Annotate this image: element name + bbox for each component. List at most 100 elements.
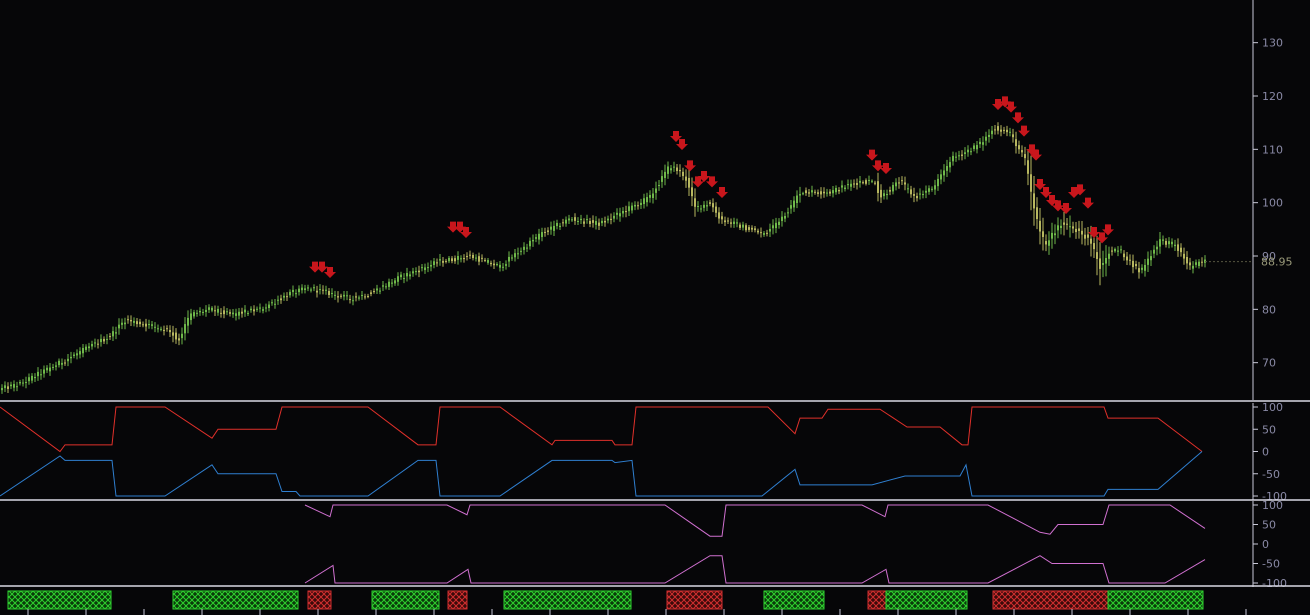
price-candle-body <box>769 228 771 232</box>
price-candle-body <box>373 291 375 293</box>
price-candle-body <box>493 263 495 266</box>
price-candle-body <box>457 256 459 260</box>
price-candle-body <box>1090 238 1092 244</box>
price-candle-body <box>931 188 933 190</box>
price-candle-body <box>1135 263 1137 267</box>
price-candle-body <box>1015 139 1017 147</box>
price-candle-body <box>289 291 291 296</box>
price-candle-body <box>1084 234 1086 239</box>
price-candle-body <box>85 346 87 350</box>
price-candle-body <box>451 258 453 262</box>
price-candle-body <box>1150 256 1152 261</box>
price-candle-body <box>1099 258 1101 269</box>
price-candle-body <box>328 291 330 296</box>
sell-arrow-marker <box>716 187 728 198</box>
price-candle-body <box>1003 129 1005 131</box>
price-candle-body <box>655 188 657 193</box>
price-candle-body <box>529 240 531 247</box>
price-candle-body <box>271 302 273 304</box>
price-candle-body <box>223 310 225 315</box>
price-candle-body <box>541 232 543 238</box>
aroon-tick-label: -50 <box>1262 468 1280 481</box>
oscillator-tick-label: -50 <box>1262 558 1280 571</box>
price-candle-body <box>544 231 546 233</box>
price-candle-body <box>355 296 357 298</box>
price-candle-body <box>397 276 399 282</box>
price-candle-body <box>799 194 801 196</box>
price-candle-body <box>538 233 540 240</box>
price-candle-body <box>1069 226 1071 228</box>
price-candle-body <box>868 179 870 181</box>
price-candle-body <box>808 192 810 194</box>
state-band-green <box>1107 590 1204 610</box>
price-candle-body <box>502 266 504 268</box>
price-tick-label: 120 <box>1262 90 1283 103</box>
price-candle-body <box>1030 174 1032 192</box>
price-candle-body <box>1042 231 1044 238</box>
price-candle-body <box>31 375 33 381</box>
price-candle-body <box>526 247 528 249</box>
price-candle-body <box>520 250 522 252</box>
price-candle-body <box>985 136 987 141</box>
price-candle-body <box>949 162 951 168</box>
price-candle-body <box>940 174 942 180</box>
price-candle-body <box>283 295 285 298</box>
price-candle-body <box>37 371 39 377</box>
price-candle-body <box>58 360 60 366</box>
price-candle-body <box>850 183 852 187</box>
price-candle-body <box>937 178 939 187</box>
price-candle-body <box>427 267 429 269</box>
price-candle-body <box>826 192 828 194</box>
price-candle-body <box>1144 264 1146 271</box>
price-candle-body <box>958 155 960 157</box>
price-candle-body <box>367 296 369 298</box>
price-candle-body <box>322 289 324 291</box>
sell-arrow-marker <box>1082 197 1094 209</box>
price-candle-body <box>766 232 768 234</box>
price-candle-body <box>682 171 684 177</box>
price-bars <box>1 122 1206 394</box>
price-candle-body <box>820 191 822 195</box>
price-candle-body <box>946 166 948 171</box>
price-candle-body <box>388 281 390 287</box>
price-candle-body <box>61 362 63 365</box>
price-candle-body <box>1198 261 1200 266</box>
price-candle-body <box>43 369 45 374</box>
price-candle-body <box>1195 262 1197 265</box>
price-candle-body <box>619 213 621 217</box>
price-candle-body <box>277 299 279 301</box>
price-candle-body <box>454 258 456 262</box>
price-candle-body <box>535 237 537 239</box>
price-candle-body <box>853 183 855 185</box>
price-candle-body <box>196 312 198 314</box>
price-candle-body <box>1123 253 1125 258</box>
state-band-red <box>666 590 723 610</box>
price-candle-body <box>199 310 201 313</box>
price-candle-body <box>286 296 288 298</box>
price-candle-body <box>79 351 81 355</box>
price-candle-body <box>112 331 114 337</box>
aroon-series-line <box>0 406 1203 453</box>
price-candle-body <box>643 198 645 205</box>
price-candle-body <box>1 387 3 391</box>
price-candle-body <box>1117 250 1119 252</box>
aroon-panel: 100500-50-100 <box>0 401 1287 503</box>
price-candle-body <box>760 232 762 234</box>
price-candle-body <box>1075 228 1077 233</box>
price-candle-body <box>607 218 609 221</box>
price-candle-body <box>154 326 156 328</box>
price-candle-body <box>727 220 729 222</box>
price-candle-body <box>838 190 840 192</box>
price-candle-body <box>1087 234 1089 238</box>
price-candle-body <box>1156 246 1158 250</box>
price-candle-body <box>1201 261 1203 263</box>
price-candle-body <box>418 270 420 273</box>
price-candle-body <box>1045 241 1047 245</box>
price-candle-body <box>133 320 135 323</box>
price-candle-body <box>982 142 984 145</box>
price-candle-body <box>292 289 294 293</box>
price-candle-body <box>22 382 24 384</box>
price-candle-body <box>733 221 735 225</box>
price-candle-body <box>7 386 9 389</box>
price-candle-body <box>1081 230 1083 235</box>
